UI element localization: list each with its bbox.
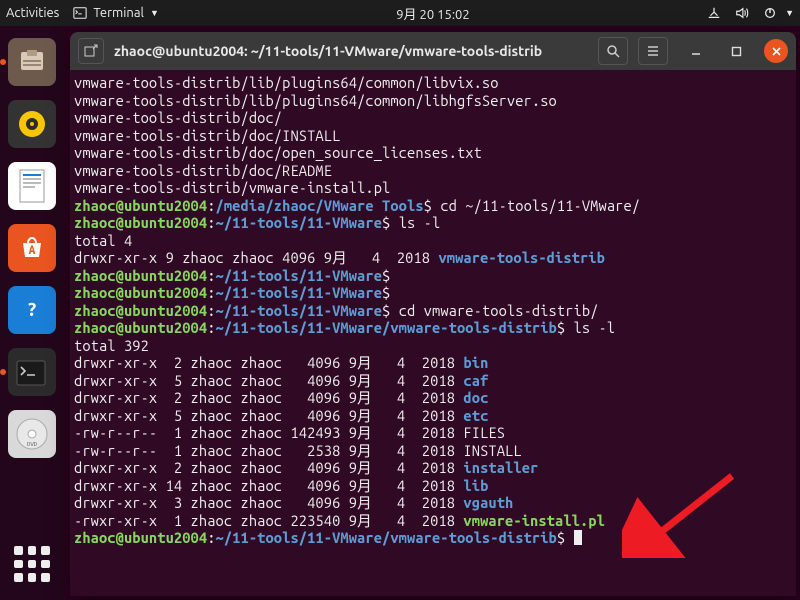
status-menu[interactable]: ▼ <box>707 6 794 20</box>
dvd-disc-icon: DVD <box>14 416 50 452</box>
dock-writer[interactable] <box>8 162 56 210</box>
clock[interactable]: 9月 20 15:02 <box>159 4 707 23</box>
close-icon <box>771 46 782 57</box>
app-menu-label: Terminal <box>93 6 144 20</box>
svg-text:?: ? <box>27 300 37 320</box>
new-tab-button[interactable] <box>78 38 104 64</box>
close-button[interactable] <box>764 39 788 63</box>
dock-terminal[interactable] <box>8 348 56 396</box>
terminal-content[interactable]: vmware-tools-distrib/lib/plugins64/commo… <box>70 70 796 549</box>
show-applications-button[interactable] <box>10 542 54 586</box>
dock-help[interactable]: ? <box>8 286 56 334</box>
window-title: zhaoc@ubuntu2004: ~/11-tools/11-VMware/v… <box>114 43 588 59</box>
terminal-window: zhaoc@ubuntu2004: ~/11-tools/11-VMware/v… <box>70 32 796 596</box>
shopping-bag-icon: A <box>17 233 47 263</box>
titlebar: zhaoc@ubuntu2004: ~/11-tools/11-VMware/v… <box>70 32 796 70</box>
minimize-icon <box>690 45 702 57</box>
chevron-down-icon: ▼ <box>785 8 794 18</box>
activities-button[interactable]: Activities <box>6 6 59 20</box>
dock-software[interactable]: A <box>8 224 56 272</box>
search-button[interactable] <box>598 37 628 65</box>
dock-disc[interactable]: DVD <box>8 410 56 458</box>
volume-icon <box>735 6 749 20</box>
dock-files[interactable] <box>8 38 56 86</box>
dock: A ? DVD <box>0 26 64 600</box>
terminal-icon <box>15 359 47 387</box>
svg-text:A: A <box>29 244 36 257</box>
speaker-icon <box>15 107 49 141</box>
hamburger-icon <box>646 44 660 58</box>
network-icon <box>707 6 721 20</box>
power-icon <box>763 6 777 20</box>
svg-text:DVD: DVD <box>27 441 38 448</box>
new-tab-icon <box>84 44 98 58</box>
dock-rhythmbox[interactable] <box>8 100 56 148</box>
menu-button[interactable] <box>638 37 668 65</box>
chevron-down-icon: ▼ <box>150 8 159 18</box>
app-menu[interactable]: Terminal ▼ <box>73 6 159 20</box>
document-icon <box>16 168 48 204</box>
help-icon: ? <box>17 295 47 325</box>
gnome-topbar: Activities Terminal ▼ 9月 20 15:02 ▼ <box>0 0 800 26</box>
terminal-app-icon <box>73 6 87 20</box>
files-icon <box>17 48 47 76</box>
search-icon <box>606 44 620 58</box>
minimize-button[interactable] <box>684 39 708 63</box>
maximize-button[interactable] <box>724 39 748 63</box>
maximize-icon <box>731 46 742 57</box>
